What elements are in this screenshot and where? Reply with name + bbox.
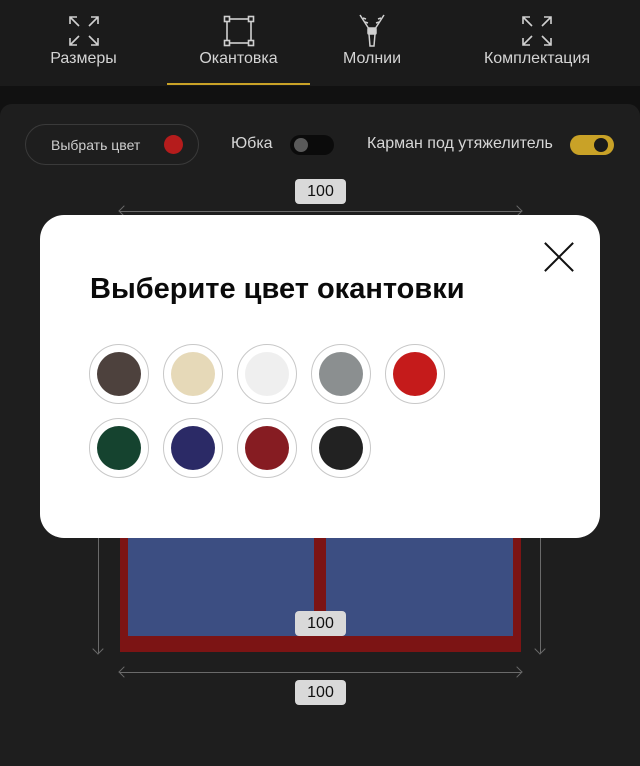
middle-width-badge: 100: [295, 611, 346, 636]
swatch-fill: [319, 352, 363, 396]
color-swatch[interactable]: [237, 344, 297, 404]
toggle-knob: [294, 138, 308, 152]
color-swatch[interactable]: [237, 418, 297, 478]
expand-arrows-icon: [520, 14, 554, 48]
top-dimension-line: [120, 211, 521, 212]
toggle-knob: [594, 138, 608, 152]
tab-label: Размеры: [50, 50, 117, 67]
color-swatch[interactable]: [89, 418, 149, 478]
color-picker-modal: Выберите цвет окантовки: [40, 215, 600, 538]
color-swatch[interactable]: [163, 344, 223, 404]
tab-edging[interactable]: Окантовка: [167, 0, 310, 86]
swatch-fill: [97, 352, 141, 396]
color-swatch[interactable]: [385, 344, 445, 404]
left-dimension-line: [98, 538, 99, 653]
right-dimension-line: [540, 538, 541, 653]
choose-color-button[interactable]: Выбрать цвет: [25, 124, 199, 165]
skirt-label: Юбка: [231, 135, 273, 152]
modal-title: Выберите цвет окантовки: [90, 273, 465, 305]
color-swatch[interactable]: [311, 418, 371, 478]
pocket-label: Карман под утяжелитель: [367, 135, 553, 152]
choose-color-label: Выбрать цвет: [51, 136, 141, 153]
swatch-fill: [97, 426, 141, 470]
tab-label: Окантовка: [199, 50, 278, 67]
expand-arrows-icon: [67, 14, 101, 48]
skirt-toggle[interactable]: [290, 135, 334, 155]
selected-color-dot: [164, 135, 183, 154]
tab-zippers[interactable]: Молнии: [310, 0, 434, 86]
top-width-badge: 100: [295, 179, 346, 204]
swatch-fill: [171, 426, 215, 470]
frame-square-icon: [222, 14, 256, 48]
tab-sizes[interactable]: Размеры: [0, 0, 167, 86]
bottom-dimension-line: [120, 672, 521, 673]
pocket-toggle[interactable]: [570, 135, 614, 155]
zipper-icon: [355, 14, 389, 48]
color-swatch[interactable]: [163, 418, 223, 478]
swatch-fill: [245, 426, 289, 470]
tab-label: Молнии: [342, 50, 402, 67]
tab-equipment[interactable]: Комплектация: [434, 0, 640, 86]
color-swatch-list: [89, 344, 459, 478]
close-icon[interactable]: [543, 241, 575, 273]
color-swatch[interactable]: [89, 344, 149, 404]
swatch-fill: [245, 352, 289, 396]
color-swatch[interactable]: [311, 344, 371, 404]
swatch-fill: [171, 352, 215, 396]
swatch-fill: [319, 426, 363, 470]
swatch-fill: [393, 352, 437, 396]
bottom-width-badge: 100: [295, 680, 346, 705]
tab-bar: Размеры Окантовка Молнии Комплектация: [0, 0, 640, 86]
tab-label: Комплектация: [483, 50, 591, 67]
